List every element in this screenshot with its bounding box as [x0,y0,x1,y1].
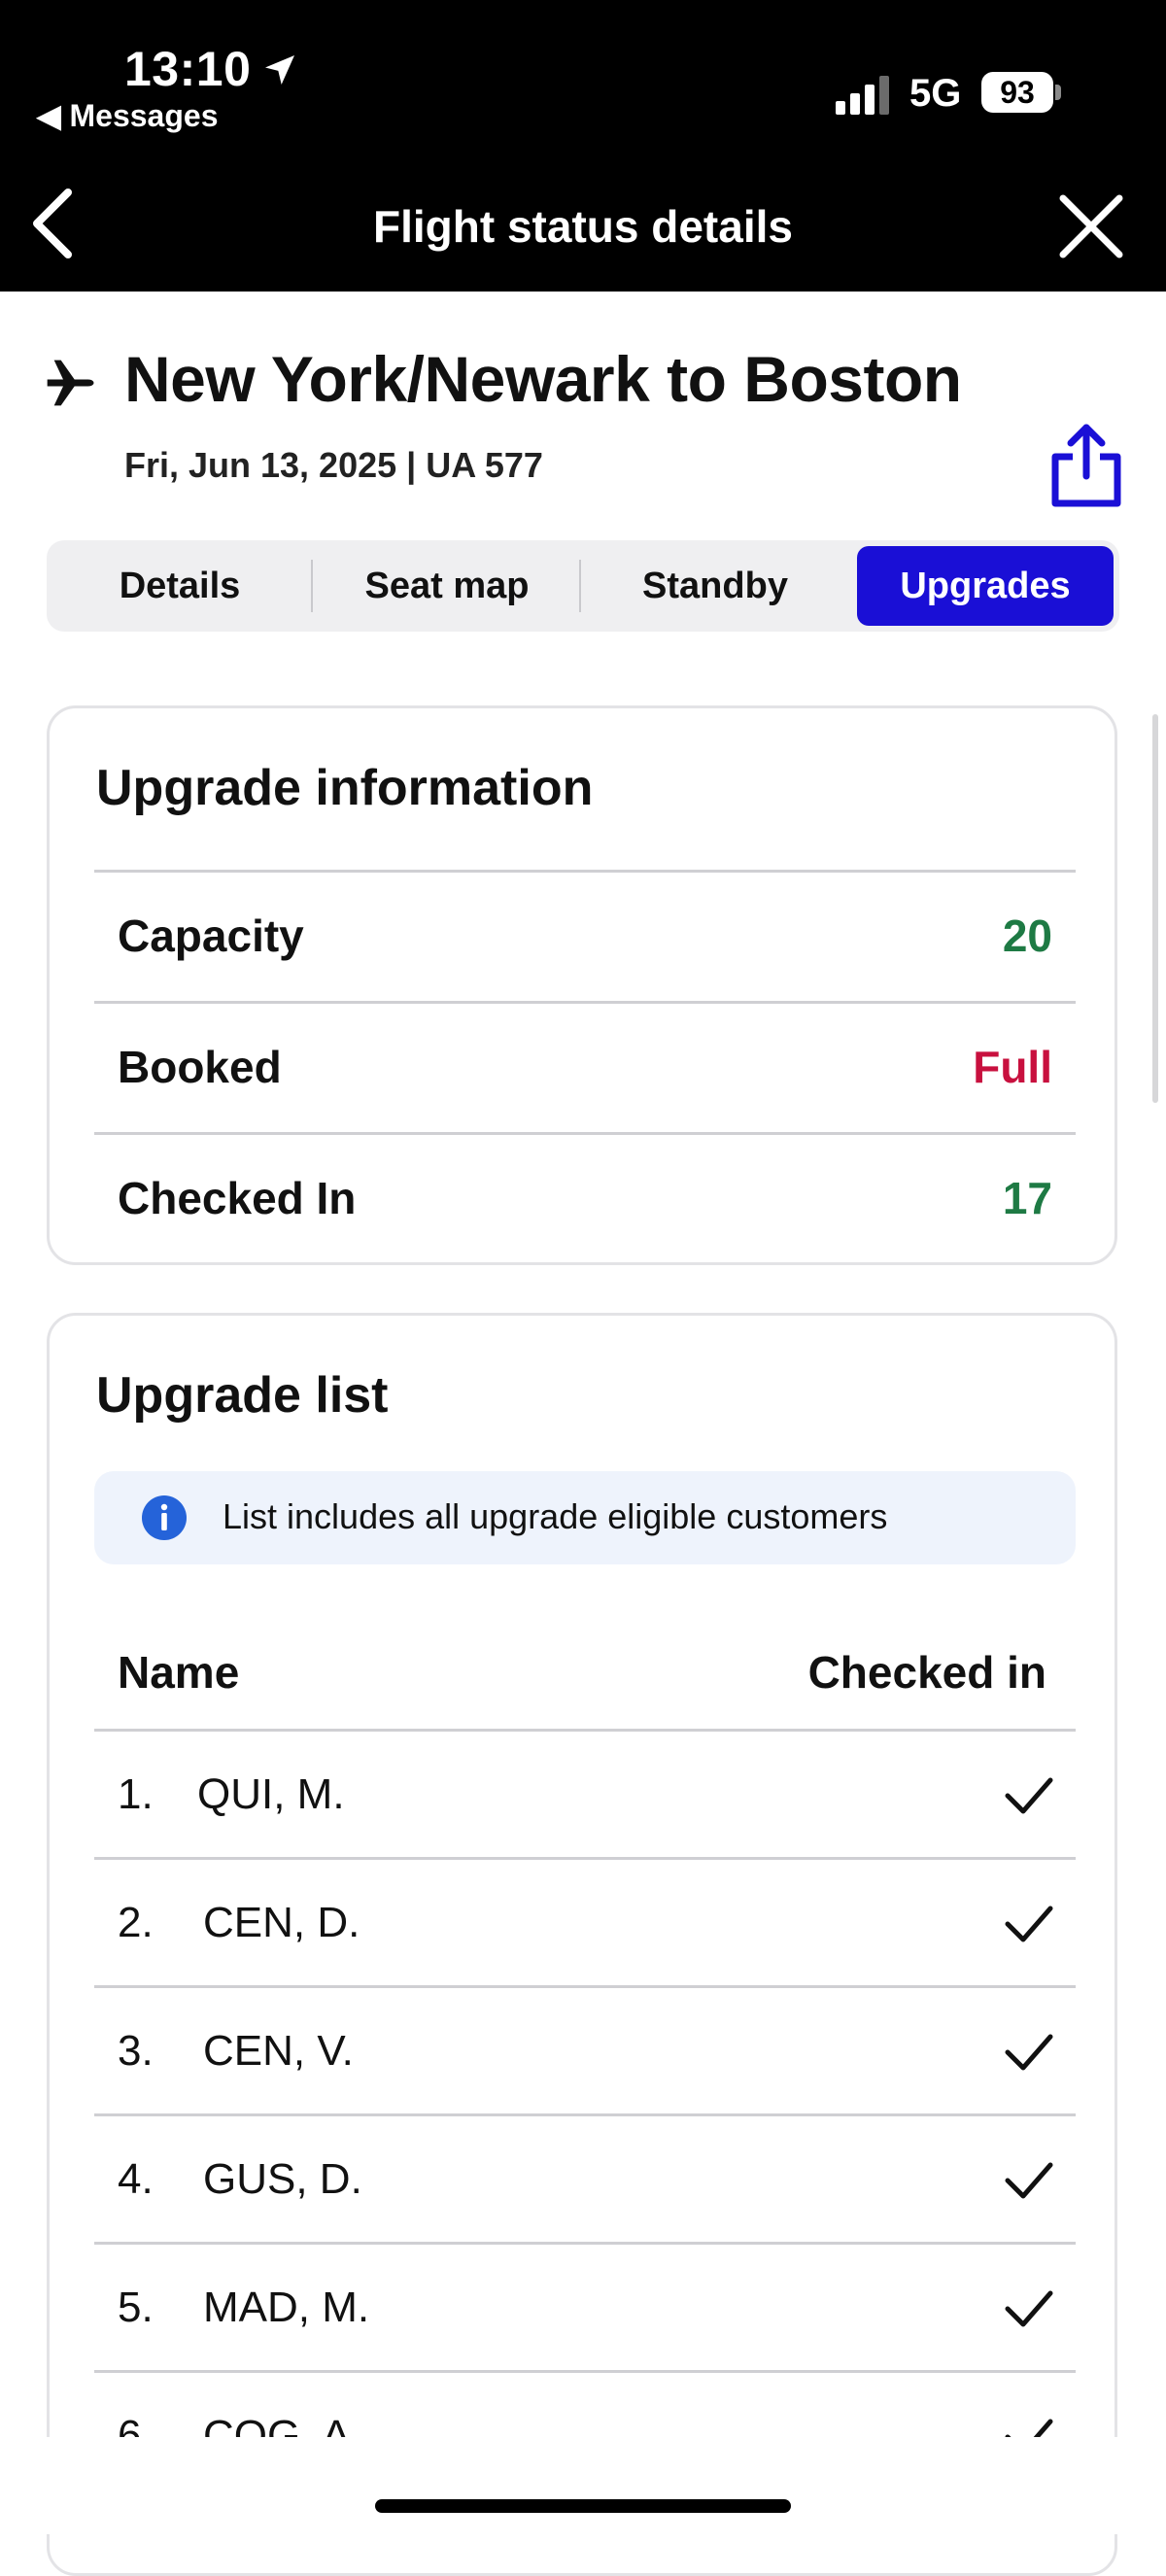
list-item: 1. QUI, M. [94,1729,1076,1857]
status-time: 13:10 [124,42,252,96]
home-indicator[interactable] [375,2499,791,2513]
network-label: 5G [909,72,962,115]
list-item: 3. CEN, V. [94,1985,1076,2113]
checkmark-icon [1005,2034,1053,2071]
info-icon [142,1495,187,1540]
bottom-safe-area [0,2437,1166,2534]
info-banner: List includes all upgrade eligible custo… [94,1471,1076,1564]
flight-route: New York/Newark to Boston [124,343,962,415]
checked-in-label: Checked In [118,1173,357,1223]
info-row-capacity: Capacity 20 [94,870,1076,998]
location-arrow-icon [265,55,294,85]
list-item: 5. MAD, M. [94,2242,1076,2370]
checkmark-icon [1005,2290,1053,2327]
list-item-name: MAD, M. [203,2284,370,2331]
page-title: Flight status details [373,201,793,252]
booked-label: Booked [118,1042,282,1092]
list-item-name: CEN, D. [203,1899,360,1946]
info-banner-text: List includes all upgrade eligible custo… [223,1496,888,1536]
checkmark-icon [1005,2162,1053,2199]
share-icon[interactable] [1047,422,1125,509]
flight-date-number: Fri, Jun 13, 2025 | UA 577 [124,445,543,485]
column-header-name: Name [118,1647,240,1698]
capacity-value: 20 [1002,910,1052,961]
upgrade-list-title: Upgrade list [96,1367,389,1424]
list-item: 4. GUS, D. [94,2113,1076,2242]
upgrade-info-card: Upgrade information Capacity 20 Booked F… [47,705,1117,1265]
list-item-number: 2. [118,1899,154,1946]
checkmark-icon [1005,1906,1053,1942]
checked-in-value: 17 [1002,1173,1052,1223]
tab-standby[interactable]: Standby [581,540,849,632]
column-header-checked-in: Checked in [807,1647,1046,1698]
booked-value: Full [973,1042,1052,1092]
top-bar: 13:10 ◀ Messages 5G 93 Flight status det… [0,0,1166,292]
checkmark-icon [1005,1777,1053,1814]
list-item: 2. CEN, D. [94,1857,1076,1985]
signal-icon [836,76,889,115]
close-icon[interactable] [1055,190,1127,262]
list-item-name: GUS, D. [203,2155,362,2203]
segmented-tabs: Details Seat map Standby Upgrades [47,540,1119,632]
tab-seat-map[interactable]: Seat map [313,540,581,632]
tab-details[interactable]: Details [47,540,313,632]
upgrade-info-title: Upgrade information [96,760,594,816]
battery-level: 93 [981,72,1053,113]
list-item-number: 5. [118,2284,154,2331]
capacity-label: Capacity [118,910,304,961]
airplane-icon [47,360,94,406]
info-row-booked: Booked Full [94,1001,1076,1129]
tab-upgrades[interactable]: Upgrades [857,546,1114,626]
list-item-number: 3. [118,2027,154,2075]
list-item-name: CEN, V. [203,2027,354,2075]
battery-icon: 93 [981,72,1061,113]
info-row-checked-in: Checked In 17 [94,1132,1076,1260]
list-item-number: 1. [118,1770,154,1818]
upgrade-list-card: Upgrade list List includes all upgrade e… [47,1313,1117,2576]
list-item-name: QUI, M. [197,1770,345,1818]
scrollbar[interactable] [1152,714,1158,1103]
back-to-messages-link[interactable]: ◀ Messages [37,97,218,134]
list-item-number: 4. [118,2155,154,2203]
